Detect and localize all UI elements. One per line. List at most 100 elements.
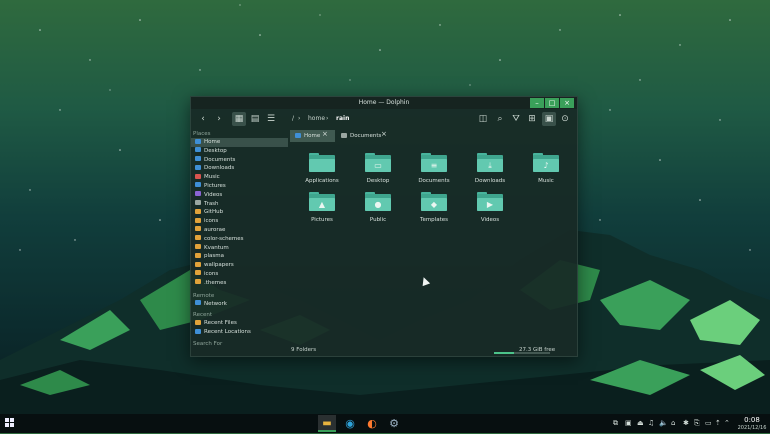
breadcrumb-root[interactable]: / xyxy=(292,115,294,122)
pictures-icon xyxy=(195,182,201,188)
sidebar-item-music[interactable]: Music xyxy=(191,173,288,182)
documents-icon xyxy=(195,156,201,162)
sidebar-item-icons[interactable]: icons xyxy=(191,217,288,226)
taskbar-file-manager[interactable]: ▬ xyxy=(318,415,336,432)
folder-downloads[interactable]: ⤓ Downloads xyxy=(462,153,518,191)
places-list: Home Desktop Documents Downloads Music P… xyxy=(191,138,288,288)
recent-locations-icon xyxy=(195,328,201,334)
recent-heading: Recent xyxy=(193,312,213,319)
compact-view-icon[interactable]: ▤ xyxy=(248,112,262,126)
tray-keyboard-icon[interactable]: ⎘ xyxy=(694,419,700,428)
folder-pictures[interactable]: ▲ Pictures xyxy=(294,192,350,230)
trash-icon xyxy=(195,200,201,206)
minimize-button[interactable]: – xyxy=(530,98,544,108)
folder-desktop[interactable]: ▭ Desktop xyxy=(350,153,406,191)
sidebar-item-color-schemes[interactable]: color-schemes xyxy=(191,235,288,244)
folder-applications[interactable]: Applications xyxy=(294,153,350,191)
dolphin-window: Home — Dolphin – □ × ‹ › ▦ ▤ ☰ / › home … xyxy=(190,96,578,357)
taskbar-edge[interactable]: ◉ xyxy=(341,415,359,432)
close-button[interactable]: × xyxy=(560,98,574,108)
folder-icon xyxy=(195,252,201,258)
folder-public[interactable]: ● Public xyxy=(350,192,406,230)
sidebar-item-github[interactable]: GitHub xyxy=(191,208,288,217)
clock[interactable]: 0:08 2021/12/16 xyxy=(735,416,769,431)
sidebar-item-plasma[interactable]: plasma xyxy=(191,252,288,261)
sidebar-item-network[interactable]: Network xyxy=(191,300,288,309)
start-menu-icon[interactable] xyxy=(5,418,14,427)
sidebar-item-pictures[interactable]: Pictures xyxy=(191,182,288,191)
tab-home[interactable]: Home xyxy=(290,130,335,142)
tab-home-close-icon[interactable]: × xyxy=(322,130,328,138)
folder-music[interactable]: ♪ Music xyxy=(518,153,574,191)
sidebar-item-trash[interactable]: Trash xyxy=(191,200,288,209)
folder-videos[interactable]: ▶ Videos xyxy=(462,192,518,230)
sidebar-item-recent-files[interactable]: Recent Files xyxy=(191,319,288,328)
sidebar-item-aurorae[interactable]: aurorae xyxy=(191,226,288,235)
tray-updates-icon[interactable]: ⇡ xyxy=(715,419,721,427)
titlebar[interactable]: Home — Dolphin – □ × xyxy=(191,97,577,109)
search-heading: Search For xyxy=(193,340,223,347)
toolbar: ‹ › ▦ ▤ ☰ / › home › rain ◫ ⌕ ⛛ ⊞ ▣ ⊙ xyxy=(191,109,577,129)
folder-icon xyxy=(195,279,201,285)
tray-devices-icon[interactable]: ⏏ xyxy=(637,419,644,427)
sidebar-item-kvantum[interactable]: Kvantum xyxy=(191,244,288,253)
folder-icon xyxy=(195,244,201,250)
folder-icon xyxy=(195,235,201,241)
sidebar-item-desktop[interactable]: Desktop xyxy=(191,147,288,156)
tray-network-icon[interactable]: ⌂ xyxy=(671,419,675,427)
home-icon xyxy=(295,132,301,138)
sidebar-item-recent-locations[interactable]: Recent Locations xyxy=(191,328,288,337)
sidebar-item-downloads[interactable]: Downloads xyxy=(191,164,288,173)
search-icon[interactable]: ⌕ xyxy=(493,112,507,126)
taskbar-settings[interactable]: ⚙ xyxy=(385,415,403,432)
sidebar-item-wallpapers[interactable]: wallpapers xyxy=(191,261,288,270)
folder-documents[interactable]: ≡ Documents xyxy=(406,153,462,191)
clock-date: 2021/12/16 xyxy=(737,425,767,431)
places-panel: Places Home Desktop Documents Downloads … xyxy=(191,130,288,356)
sidebar-item-documents[interactable]: Documents xyxy=(191,156,288,165)
breadcrumb-current[interactable]: rain xyxy=(336,115,349,122)
tray-volume-icon[interactable]: 🔈 xyxy=(659,419,668,427)
folder-templates[interactable]: ◆ Templates xyxy=(406,192,462,230)
music-icon xyxy=(195,173,201,179)
tray-clipboard-icon[interactable]: ⧉ xyxy=(613,419,618,428)
preview-icon[interactable]: ▣ xyxy=(542,112,556,126)
back-icon[interactable]: ‹ xyxy=(196,112,210,126)
sidebar-item-icons-2[interactable]: icons xyxy=(191,270,288,279)
maximize-button[interactable]: □ xyxy=(545,98,559,108)
tray-display-icon[interactable]: ▭ xyxy=(705,419,712,427)
remote-heading: Remote xyxy=(193,292,215,299)
file-manager-icon: ▬ xyxy=(322,418,332,429)
videos-folder-icon: ▶ xyxy=(477,192,503,211)
filter-icon[interactable]: ⛛ xyxy=(509,112,523,126)
tray-expand-icon[interactable]: ⌃ xyxy=(724,419,730,427)
folder-count: 9 Folders xyxy=(291,347,317,353)
folder-icon xyxy=(195,226,201,232)
sidebar-item-themes[interactable]: .themes xyxy=(191,279,288,288)
document-icon xyxy=(341,132,347,138)
grid-icon[interactable]: ⊞ xyxy=(525,112,539,126)
pictures-folder-icon: ▲ xyxy=(309,192,335,211)
forward-icon[interactable]: › xyxy=(212,112,226,126)
free-space-fill xyxy=(494,352,514,354)
folder-icon xyxy=(195,217,201,223)
menu-icon[interactable]: ⊙ xyxy=(558,112,572,126)
window-title: Home — Dolphin xyxy=(358,99,410,106)
tray-media-icon[interactable]: ♫ xyxy=(648,419,654,427)
clock-time: 0:08 xyxy=(744,416,760,424)
taskbar: ▬ ◉ ◐ ⚙ ⧉ ▣ ⏏ ♫ 🔈 ⌂ ✱ ⎘ ▭ ⇡ ⌃ 0:08 2021/… xyxy=(0,414,770,433)
sidebar-item-videos[interactable]: Videos xyxy=(191,191,288,200)
tray-notes-icon[interactable]: ▣ xyxy=(625,419,632,427)
details-view-icon[interactable]: ☰ xyxy=(264,112,278,126)
breadcrumb-home[interactable]: home xyxy=(308,115,325,122)
tab-documents-close-icon[interactable]: × xyxy=(381,130,387,138)
taskbar-firefox[interactable]: ◐ xyxy=(363,415,381,432)
firefox-icon: ◐ xyxy=(367,417,377,430)
tray-bluetooth-icon[interactable]: ✱ xyxy=(683,419,689,427)
status-bar: 9 Folders 27.3 GiB free xyxy=(289,345,577,355)
places-heading: Places xyxy=(193,131,211,137)
split-view-icon[interactable]: ◫ xyxy=(476,112,490,126)
icons-view-icon[interactable]: ▦ xyxy=(232,112,246,126)
sidebar-item-home[interactable]: Home xyxy=(191,138,288,147)
desktop-folder-icon: ▭ xyxy=(365,153,391,172)
